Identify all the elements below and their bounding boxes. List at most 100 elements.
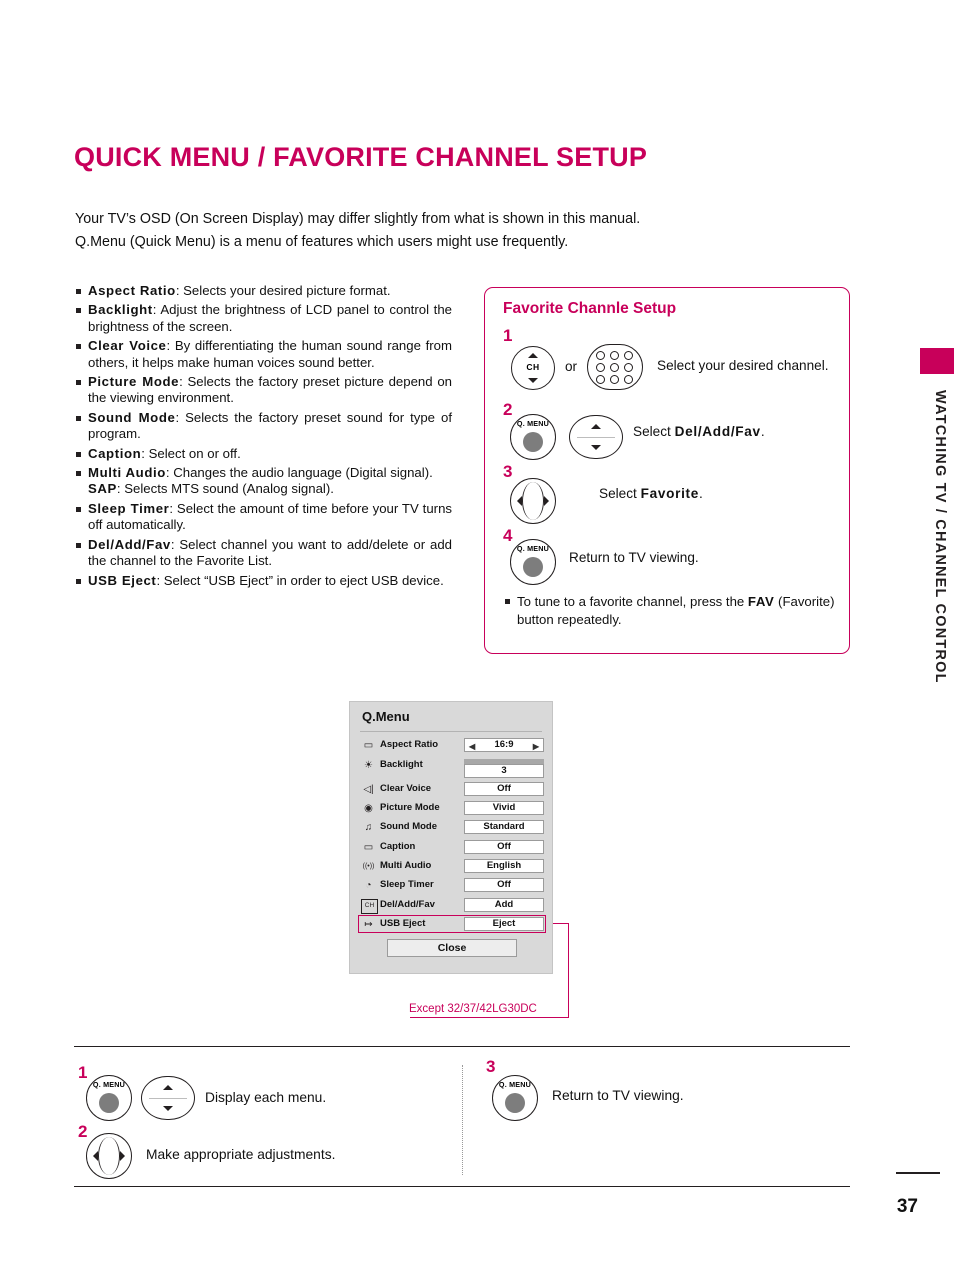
step-2-text: Select Del/Add/Fav. bbox=[633, 424, 765, 439]
q-menu-label: Q. MENU bbox=[498, 1080, 532, 1089]
osd-row-del-add-fav[interactable]: CH Del/Add/Fav Add bbox=[360, 898, 544, 914]
multi-audio-icon: ((•)) bbox=[362, 863, 375, 870]
step-1-text: Select your desired channel. bbox=[657, 358, 829, 373]
bullet-desc: : Select on or off. bbox=[141, 445, 241, 461]
bullet-term: USB Eject bbox=[88, 572, 157, 588]
osd-row-value[interactable]: Eject bbox=[464, 917, 544, 931]
osd-row-usb-eject[interactable]: ↦ USB Eject Eject bbox=[360, 917, 544, 933]
osd-row-value[interactable]: Add bbox=[464, 898, 544, 912]
bullet-term: Sleep Timer bbox=[88, 500, 170, 516]
keypad-dot bbox=[610, 363, 619, 372]
caret-down-icon bbox=[163, 1106, 173, 1111]
osd-row-value[interactable]: Standard bbox=[464, 820, 544, 834]
osd-row-label: Del/Add/Fav bbox=[380, 899, 435, 910]
list-item: Picture Mode: Selects the factory preset… bbox=[74, 374, 452, 407]
step-number-2: 2 bbox=[503, 400, 513, 419]
callout-vertical-line bbox=[568, 923, 570, 1018]
caret-up-icon bbox=[591, 424, 601, 429]
osd-row-value[interactable]: Off bbox=[464, 878, 544, 892]
osd-row-multi-audio[interactable]: ((•)) Multi Audio English bbox=[360, 859, 544, 875]
caret-up-icon bbox=[163, 1085, 173, 1090]
step-3-text: Select Favorite. bbox=[599, 486, 703, 501]
list-item: Multi Audio: Changes the audio language … bbox=[74, 465, 452, 498]
list-item: Clear Voice: By differentiating the huma… bbox=[74, 338, 452, 371]
list-item: Sleep Timer: Select the amount of time b… bbox=[74, 501, 452, 534]
nav-inner-shape bbox=[522, 482, 544, 520]
arrow-left-icon[interactable]: ◀ bbox=[469, 741, 475, 753]
callout-horizontal-line bbox=[553, 923, 569, 925]
bullet-term: Del/Add/Fav bbox=[88, 536, 171, 552]
favorite-note: To tune to a favorite channel, press the… bbox=[505, 593, 835, 629]
osd-row-label: Multi Audio bbox=[380, 860, 432, 871]
up-down-nav-button[interactable] bbox=[569, 415, 623, 459]
bullet-term: Picture Mode bbox=[88, 374, 180, 390]
bullet-term: Sound Mode bbox=[88, 409, 176, 425]
list-item: Sound Mode: Selects the factory preset s… bbox=[74, 410, 452, 443]
del-add-fav-icon: CH bbox=[361, 899, 378, 914]
q-menu-button[interactable]: Q. MENU bbox=[492, 1075, 538, 1121]
step-number-4: 4 bbox=[503, 526, 513, 545]
caret-right-icon bbox=[544, 496, 549, 506]
osd-divider bbox=[360, 731, 542, 732]
channel-up-down-button[interactable]: CH bbox=[511, 346, 555, 390]
number-keypad-button[interactable] bbox=[587, 344, 643, 390]
left-right-nav-button[interactable] bbox=[86, 1133, 132, 1179]
intro-line-1: Your TV’s OSD (On Screen Display) may di… bbox=[75, 211, 641, 227]
clear-voice-icon: ◁| bbox=[363, 784, 374, 795]
aspect-ratio-value: 16:9 bbox=[494, 739, 514, 750]
step-number-1: 1 bbox=[503, 326, 513, 345]
osd-row-backlight[interactable]: ☀ Backlight 3 bbox=[360, 758, 544, 778]
picture-mode-icon: ◉ bbox=[364, 803, 373, 814]
keypad-dot bbox=[610, 351, 619, 360]
close-button[interactable]: Close bbox=[387, 939, 517, 957]
osd-row-label: Sound Mode bbox=[380, 821, 437, 832]
caret-left-icon bbox=[93, 1151, 98, 1161]
q-menu-label: Q. MENU bbox=[516, 544, 550, 553]
bullet-term: Clear Voice bbox=[88, 338, 167, 354]
osd-row-value[interactable]: Vivid bbox=[464, 801, 544, 815]
list-item: USB Eject: Select “USB Eject” in order t… bbox=[74, 573, 452, 589]
osd-row-value[interactable]: 3 bbox=[464, 764, 544, 778]
bullet-term: Backlight bbox=[88, 302, 153, 318]
osd-row-value[interactable]: ◀ 16:9 ▶ bbox=[464, 738, 544, 752]
feature-list: Aspect Ratio: Selects your desired pictu… bbox=[74, 283, 452, 592]
osd-row-value[interactable]: Off bbox=[464, 782, 544, 796]
q-menu-button[interactable]: Q. MENU bbox=[510, 539, 556, 585]
osd-row-sleep-timer[interactable]: ◔ Sleep Timer Off bbox=[360, 878, 544, 894]
caret-right-icon bbox=[120, 1151, 125, 1161]
q-menu-button[interactable]: Q. MENU bbox=[86, 1075, 132, 1121]
q-menu-button[interactable]: Q. MENU bbox=[510, 414, 556, 460]
except-model-note: Except 32/37/42LG30DC bbox=[409, 1003, 537, 1015]
bullet-desc: : Select “USB Eject” in order to eject U… bbox=[156, 572, 444, 588]
keypad-dot bbox=[610, 375, 619, 384]
nav-separator bbox=[149, 1098, 187, 1099]
section-tab-marker bbox=[920, 348, 954, 374]
list-item: Caption: Select on or off. bbox=[74, 446, 452, 462]
bullet-sub-desc: : Selects MTS sound (Analog signal). bbox=[116, 481, 334, 497]
bullet-subline: SAP: Selects MTS sound (Analog signal). bbox=[88, 481, 452, 497]
section-tab-label: WATCHING TV / CHANNEL CONTROL bbox=[932, 390, 948, 684]
keypad-dot bbox=[624, 363, 633, 372]
bottom-step-number-2: 2 bbox=[78, 1122, 88, 1141]
caret-left-icon bbox=[517, 496, 522, 506]
osd-row-caption[interactable]: ▭ Caption Off bbox=[360, 840, 544, 856]
osd-row-label: Backlight bbox=[380, 759, 423, 770]
caption-icon: ▭ bbox=[363, 842, 374, 853]
osd-row-value[interactable]: English bbox=[464, 859, 544, 873]
bullet-sub-term: SAP bbox=[88, 481, 117, 497]
usb-eject-icon: ↦ bbox=[364, 919, 373, 930]
osd-row-clear-voice[interactable]: ◁| Clear Voice Off bbox=[360, 782, 544, 798]
left-right-nav-button[interactable] bbox=[510, 478, 556, 524]
ch-button-label: CH bbox=[526, 362, 540, 372]
nav-inner-shape bbox=[98, 1137, 120, 1175]
osd-row-value[interactable]: Off bbox=[464, 840, 544, 854]
arrow-right-icon[interactable]: ▶ bbox=[533, 741, 539, 753]
up-down-nav-button[interactable] bbox=[141, 1076, 195, 1120]
osd-row-sound-mode[interactable]: ♫ Sound Mode Standard bbox=[360, 820, 544, 836]
osd-row-aspect-ratio[interactable]: ▭ Aspect Ratio ◀ 16:9 ▶ bbox=[360, 738, 544, 754]
q-menu-dot-icon bbox=[99, 1093, 119, 1113]
osd-row-label: Picture Mode bbox=[380, 802, 440, 813]
osd-row-label: Clear Voice bbox=[380, 783, 432, 794]
caret-down-icon bbox=[528, 378, 538, 383]
osd-row-picture-mode[interactable]: ◉ Picture Mode Vivid bbox=[360, 801, 544, 817]
